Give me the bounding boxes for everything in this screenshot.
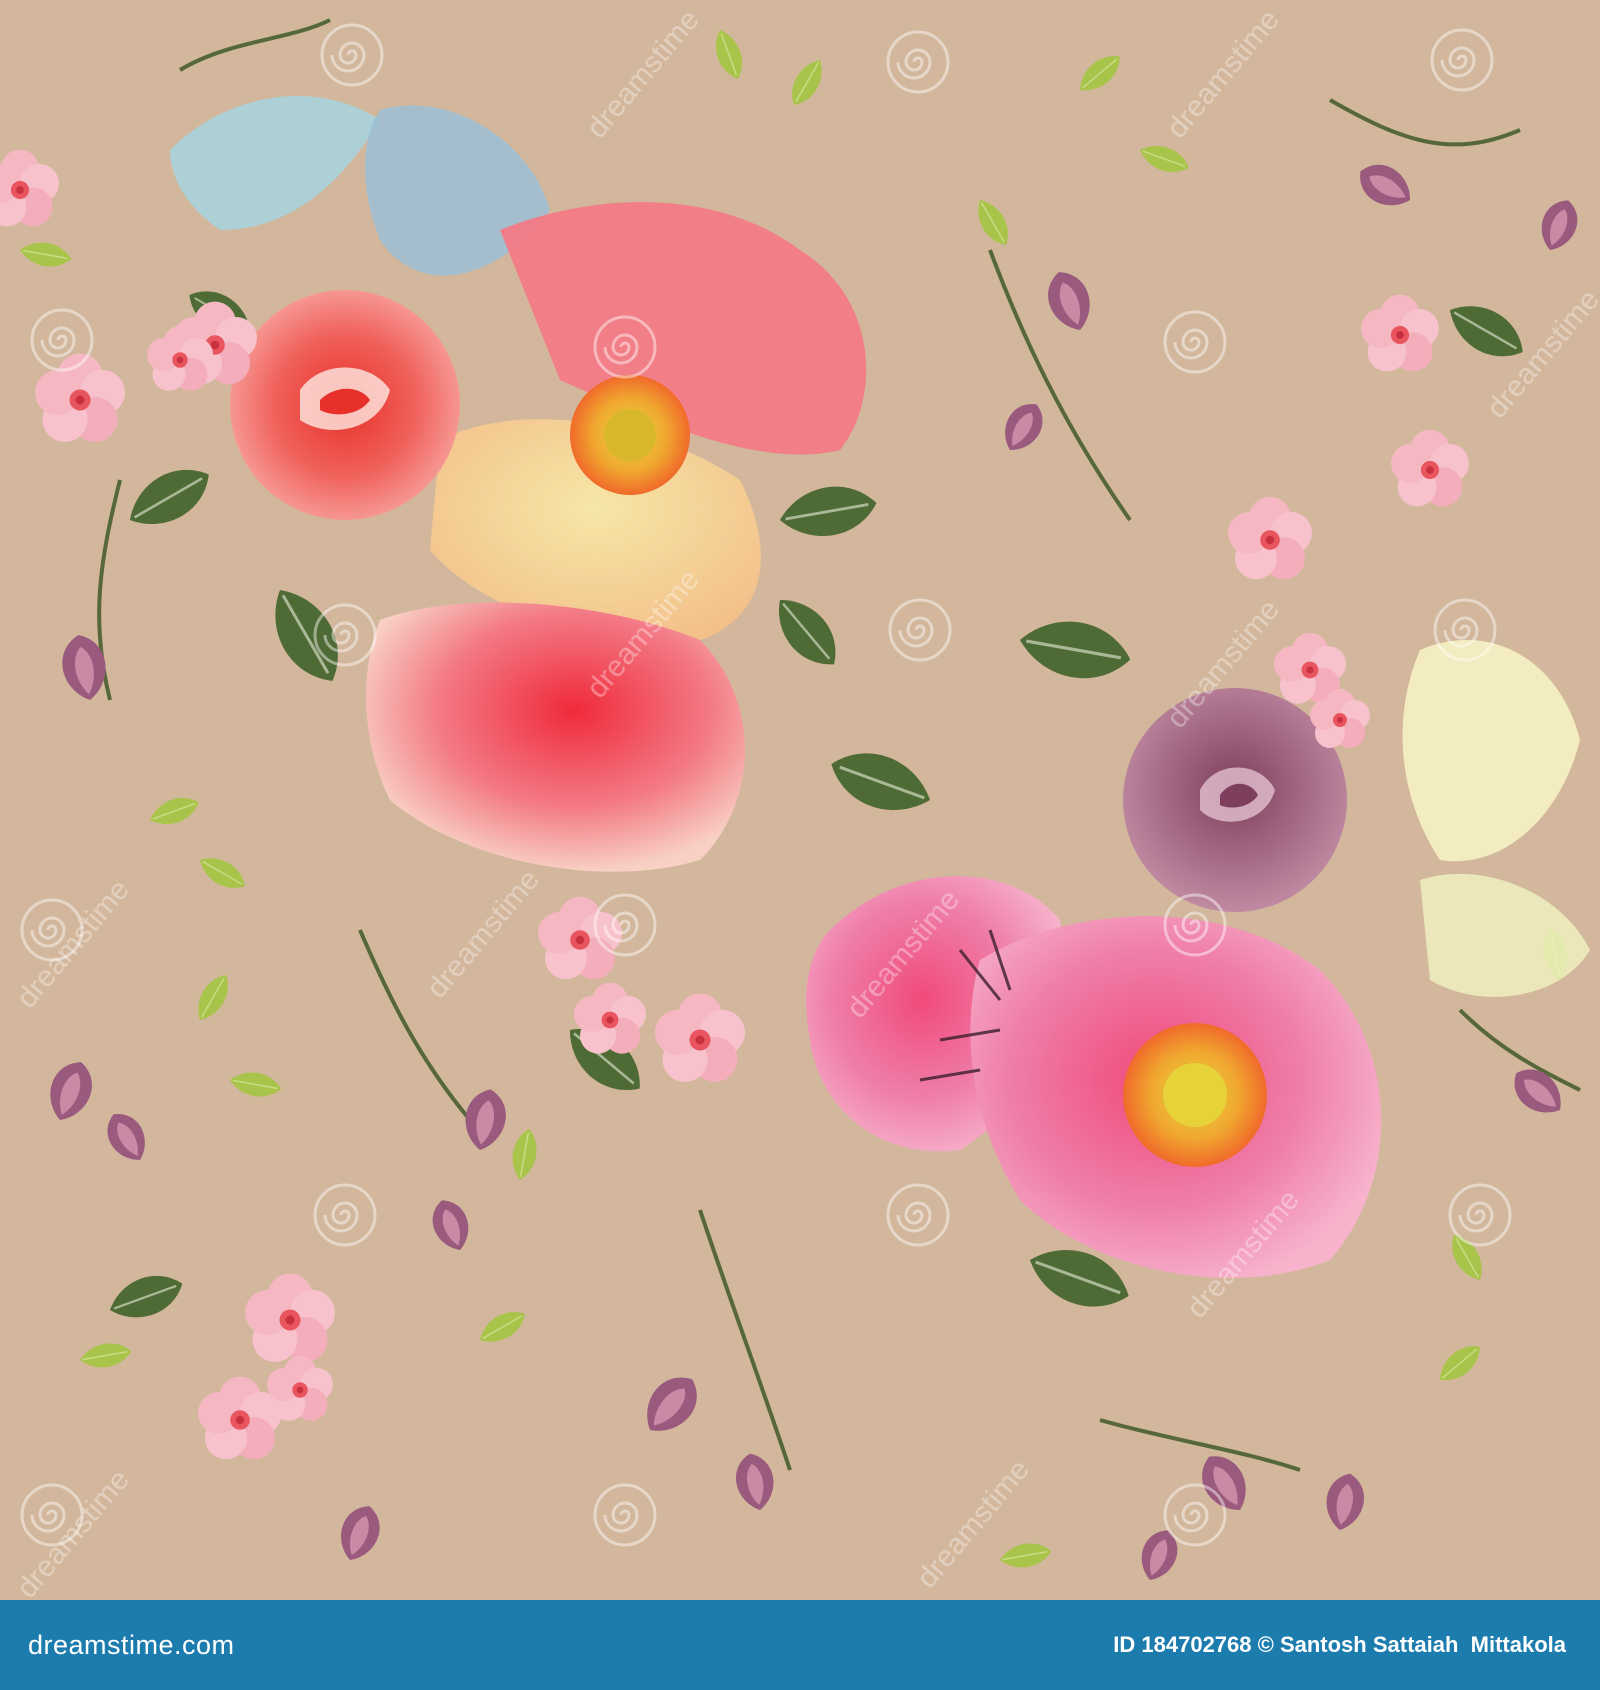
stock-image: dreamstime dreamstime dreamstime dreamst…: [0, 0, 1600, 1690]
brand-label: dreamstime.com: [28, 1629, 235, 1660]
image-credit: ID 184702768 © Santosh Sattaiah Mittakol…: [1113, 1632, 1566, 1657]
image-credit-bar: dreamstime.com ID 184702768 © Santosh Sa…: [0, 1600, 1600, 1690]
floral-watercolor-pattern: dreamstime dreamstime dreamstime dreamst…: [0, 0, 1600, 1600]
